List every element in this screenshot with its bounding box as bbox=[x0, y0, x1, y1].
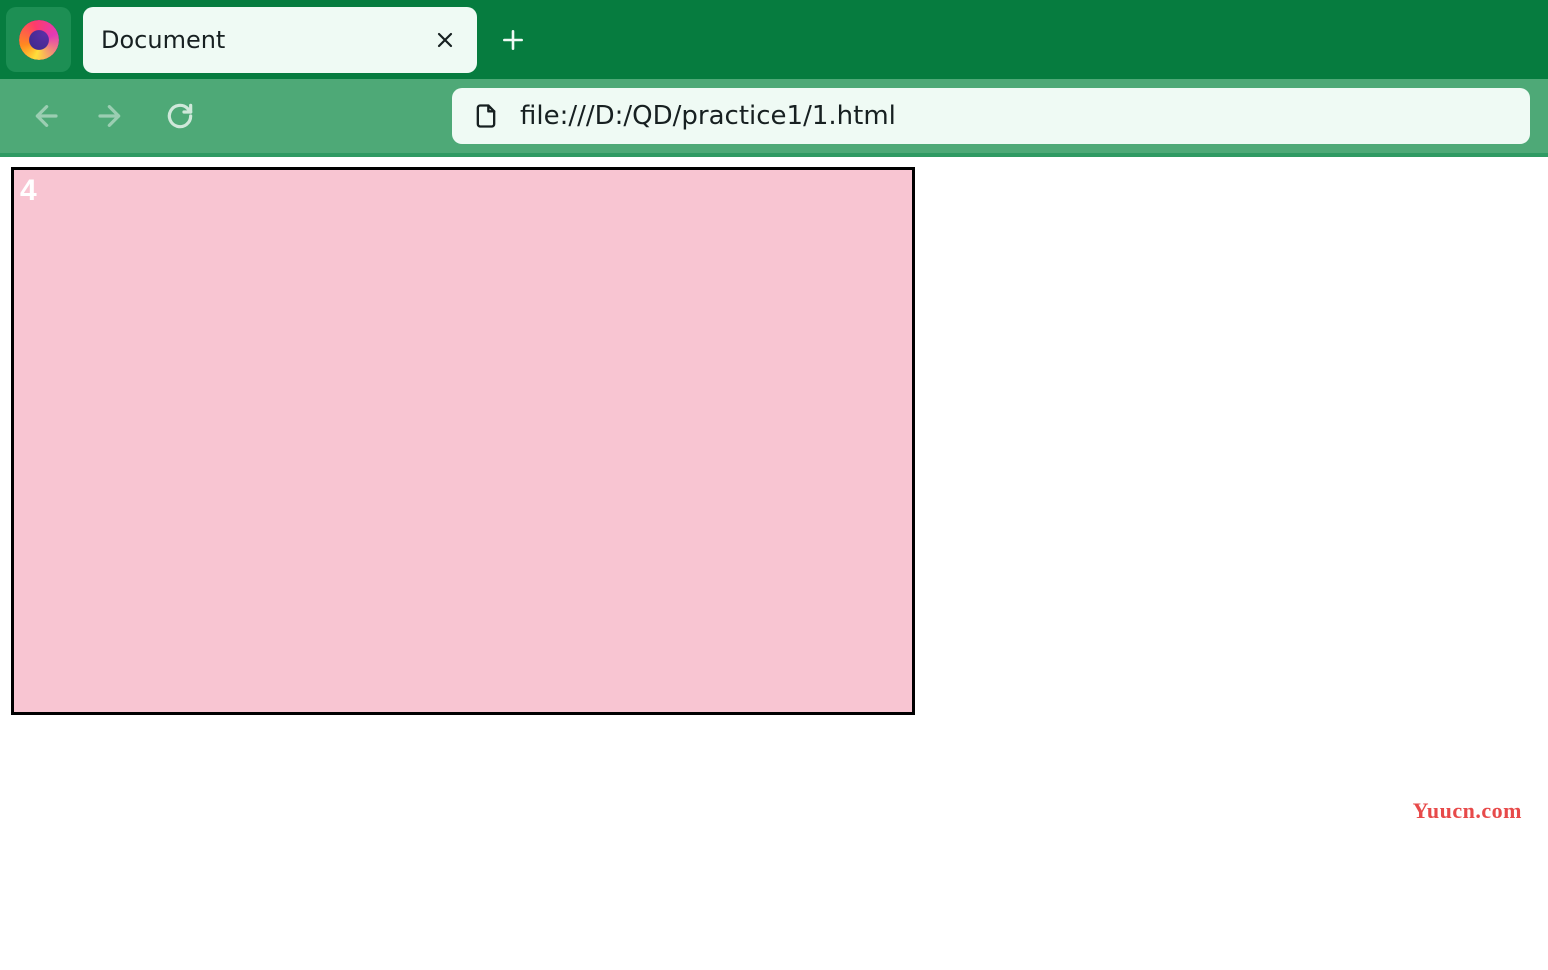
address-bar[interactable]: file:///D:/QD/practice1/1.html bbox=[452, 88, 1530, 144]
firefox-icon bbox=[19, 20, 59, 60]
close-icon[interactable] bbox=[431, 26, 459, 54]
browser-tab[interactable]: Document bbox=[83, 7, 477, 73]
forward-button[interactable] bbox=[86, 90, 138, 142]
file-icon bbox=[472, 102, 500, 130]
back-button[interactable] bbox=[18, 90, 70, 142]
watermark: Yuucn.com bbox=[1413, 798, 1522, 824]
navigation-toolbar: file:///D:/QD/practice1/1.html bbox=[0, 79, 1548, 157]
content-box: 4 bbox=[11, 167, 915, 715]
tab-title: Document bbox=[101, 26, 431, 54]
app-menu-button[interactable] bbox=[6, 7, 71, 72]
url-text: file:///D:/QD/practice1/1.html bbox=[520, 101, 896, 131]
reload-button[interactable] bbox=[154, 90, 206, 142]
new-tab-button[interactable] bbox=[487, 14, 539, 66]
page-viewport: 4 bbox=[0, 157, 1548, 715]
box-label: 4 bbox=[20, 176, 906, 206]
tab-strip: Document bbox=[0, 0, 1548, 79]
